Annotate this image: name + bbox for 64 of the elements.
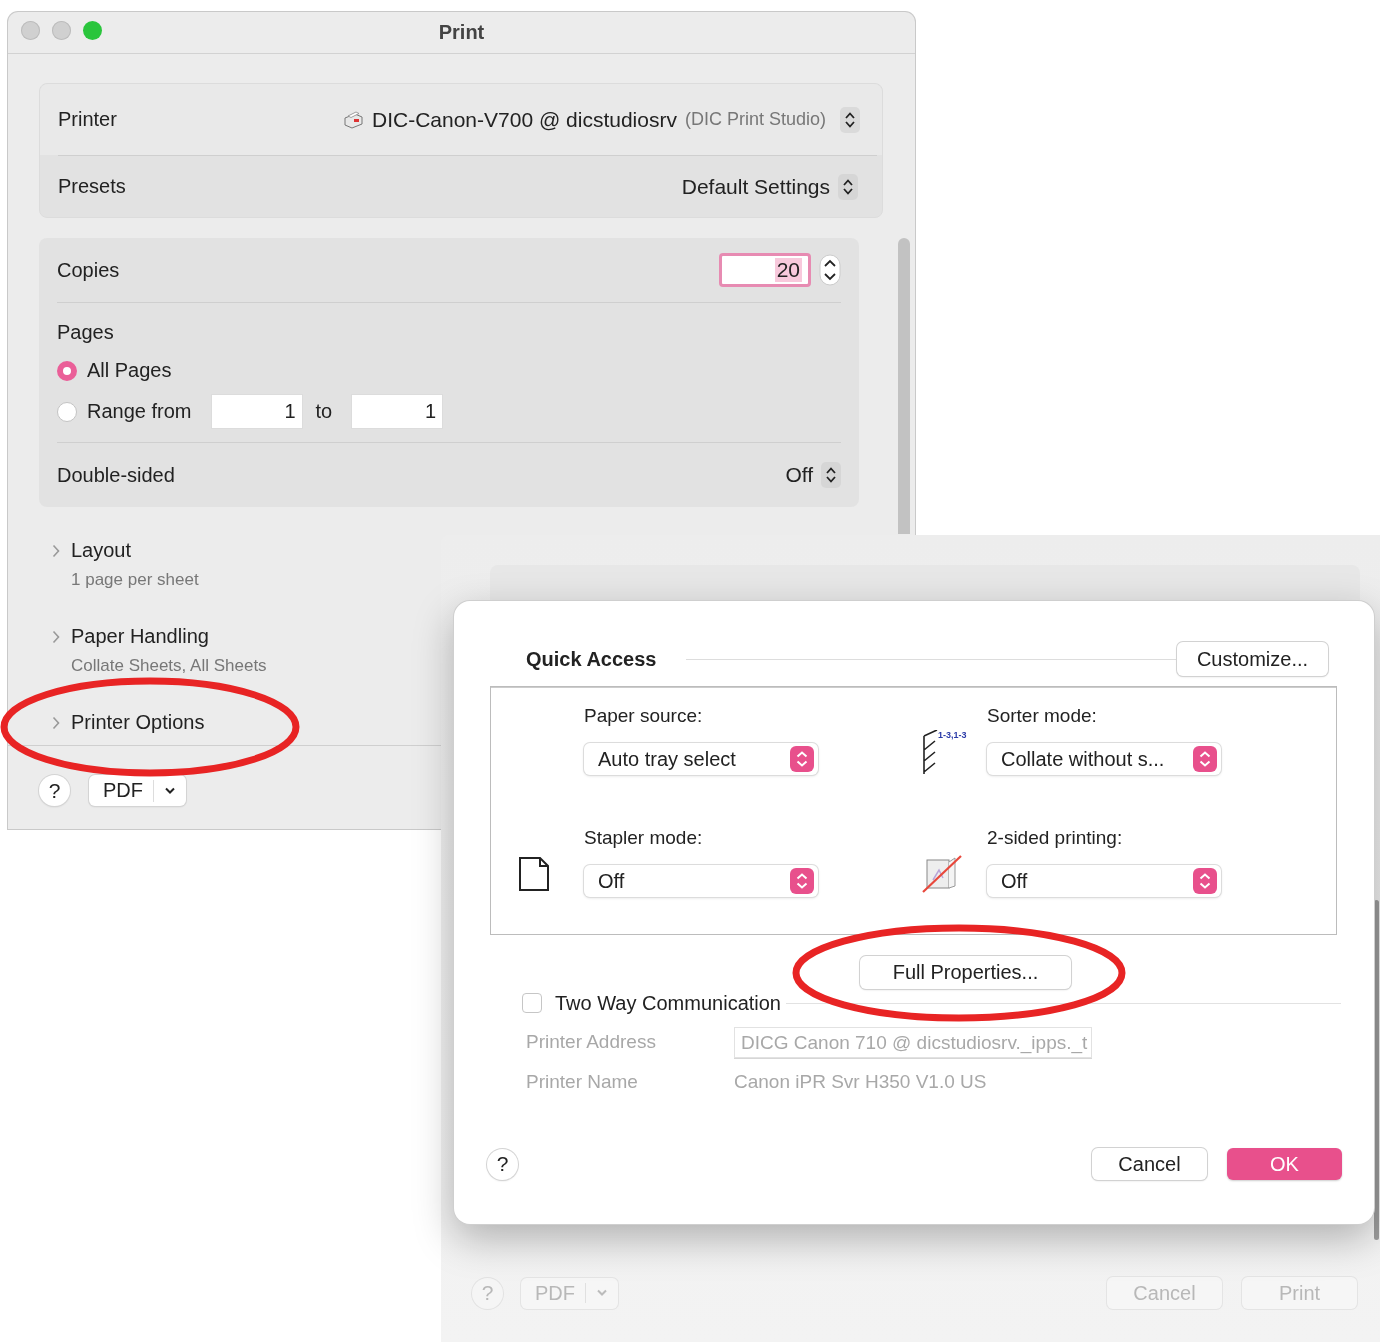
info-label: Printer Name (526, 1071, 639, 1093)
range-to-label: to (315, 400, 333, 423)
setting-label: Sorter mode: (987, 705, 1098, 727)
radio-label: All Pages (87, 359, 172, 382)
updown-arrows-icon[interactable] (821, 462, 841, 488)
minimize-icon[interactable] (52, 21, 71, 40)
dropdown[interactable]: Collate without s... (987, 743, 1221, 775)
section-summary: 1 page per sheet (71, 570, 199, 590)
printer-label: Printer (58, 108, 117, 131)
caret-icon (164, 786, 176, 795)
info-value: Canon iPR Svr H350 V1.0 US (734, 1071, 987, 1093)
dropdown[interactable]: Off (987, 865, 1221, 897)
section-summary: Collate Sheets, All Sheets (71, 656, 267, 676)
section-title[interactable]: Layout (71, 539, 132, 562)
full-properties-button[interactable]: Full Properties... (860, 956, 1071, 989)
pages-label: Pages (57, 321, 115, 344)
double-sided-value: Off (785, 463, 813, 487)
dropdown[interactable]: Auto tray select (584, 743, 818, 775)
updown-arrows-icon (1193, 746, 1217, 772)
scroll-thumb[interactable] (898, 238, 910, 534)
stepper-icon[interactable] (819, 254, 841, 286)
zoom-icon[interactable] (83, 21, 102, 40)
printer-detail: (DIC Print Studio) (684, 109, 826, 130)
help-button[interactable]: ? (487, 1148, 518, 1180)
radio-label: Range from (87, 400, 192, 423)
range-to-field[interactable]: 1 (352, 395, 443, 428)
updown-arrows-icon[interactable] (838, 173, 858, 200)
duplex-off-icon (921, 854, 963, 894)
help-button[interactable]: ? (39, 775, 70, 806)
chevron-right-icon[interactable] (52, 715, 60, 730)
copies-field[interactable]: 20 (719, 253, 811, 287)
copies-label: Copies (57, 258, 120, 282)
window-title: Print (438, 21, 485, 44)
setting-label: Paper source: (584, 705, 704, 727)
sorter-caption: 1-3,1-3 (938, 730, 967, 740)
radio-button[interactable] (57, 401, 77, 422)
updown-arrows-icon (1193, 868, 1217, 894)
info-label: Printer Address (526, 1031, 657, 1053)
radio-button[interactable] (57, 360, 77, 381)
updown-arrows-icon (790, 746, 814, 772)
caret-icon (596, 1289, 608, 1297)
close-icon[interactable] (21, 21, 40, 40)
section-title[interactable]: Printer Options (71, 711, 205, 734)
dialog-button[interactable]: Cancel (1092, 1148, 1207, 1180)
page-icon (518, 856, 550, 892)
dropdown[interactable]: Off (584, 865, 818, 897)
dialog-button[interactable]: OK (1227, 1148, 1342, 1180)
range-from-field[interactable]: 1 (211, 395, 302, 428)
presets-value: Default Settings (681, 174, 830, 199)
section-title: Quick Access (526, 647, 657, 671)
chevron-right-icon[interactable] (52, 543, 60, 558)
presets-label: Presets (58, 175, 126, 198)
double-sided-label: Double-sided (57, 463, 175, 487)
updown-arrows-icon (790, 868, 814, 894)
updown-arrows-icon[interactable] (840, 106, 860, 133)
customize-button[interactable]: Customize... (1177, 642, 1328, 676)
section-title[interactable]: Paper Handling (71, 625, 209, 648)
chevron-right-icon[interactable] (52, 629, 60, 644)
pdf-button[interactable]: PDF (89, 775, 186, 806)
printer-name: DIC-Canon-V700 @ dicstudiosrv (372, 107, 677, 132)
checkbox-label: Two Way Communication (555, 991, 781, 1015)
setting-label: 2-sided printing: (987, 827, 1124, 849)
checkbox[interactable] (522, 993, 542, 1013)
setting-label: Stapler mode: (584, 827, 704, 849)
